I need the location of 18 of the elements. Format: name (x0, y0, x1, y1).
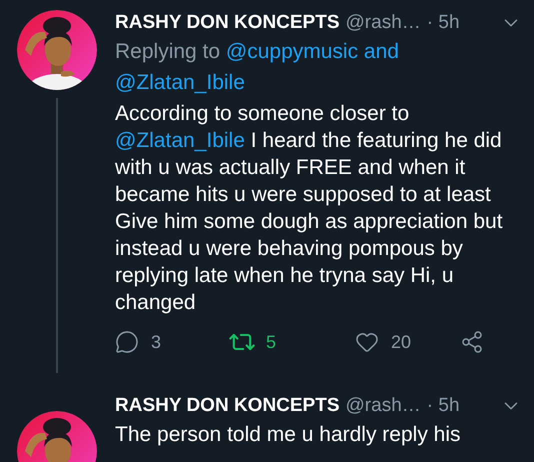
author-name[interactable]: RASHY DON KONCEPTS (115, 10, 340, 36)
like-count: 20 (391, 330, 412, 354)
mention-link[interactable]: @cuppymusic and (226, 40, 399, 63)
user-handle: @rash… (346, 394, 421, 418)
mention-link[interactable]: @Zlatan_Ibile (115, 129, 245, 152)
like-icon[interactable] (355, 330, 379, 354)
replying-to-text: Replying to @cuppymusic and @Zlatan_Ibile (115, 39, 400, 96)
reply-count: 3 (151, 330, 162, 354)
tweet-text: According to someone closer to @Zlatan_Ibile I heard the featuring he did with u was actually FREE and when it became hits u were supposed to at least Give him some dough as appreciation but instead u were behaving pompous by replying late when he tryna say Hi, u changed (115, 101, 504, 316)
tweet-time: · 5h (426, 11, 460, 35)
share-icon[interactable] (460, 330, 484, 354)
tweet-text: The person told me u hardly reply his (115, 422, 462, 448)
mention-link[interactable]: @Zlatan_Ibile (115, 71, 245, 94)
retweet-count: 5 (266, 330, 276, 354)
user-handle: @rash… (346, 11, 421, 35)
reply-icon[interactable] (115, 330, 139, 354)
tweet-time: · 5h (426, 394, 460, 418)
author-name[interactable]: RASHY DON KONCEPTS (115, 393, 340, 419)
